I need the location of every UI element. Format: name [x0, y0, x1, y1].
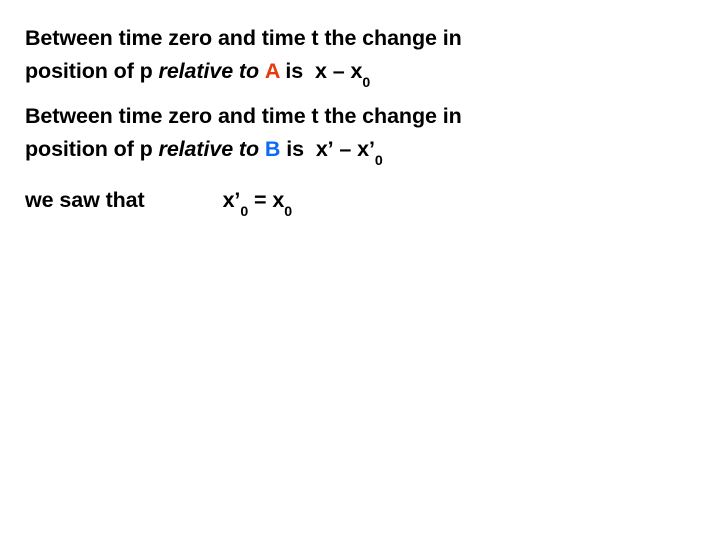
paragraph-2-line-2: position of p relative to B is x’ – x’0	[25, 133, 685, 168]
paragraph-1-line-1: Between time zero and time t the change …	[25, 26, 462, 50]
equation-rhs: x	[272, 188, 285, 212]
expression-2-term-2: x’	[357, 137, 375, 161]
expression-1-operator: –	[332, 59, 345, 83]
equation-lhs-subscript: 0	[240, 203, 249, 220]
paragraph-2-relative-to-italic: relative to	[158, 137, 260, 161]
expression-displacement-a: x – x0	[315, 59, 370, 90]
paragraph-1-line-2: position of p relative to A is x – x0	[25, 55, 685, 90]
equation-origin-equality: x’0 = x0	[222, 188, 293, 219]
expression-2-term-1: x’	[315, 137, 334, 161]
paragraph-2-line-2-suffix: is	[280, 137, 310, 161]
equation-operator: =	[253, 188, 267, 212]
paragraph-2-line-2-prefix: position of p	[25, 137, 159, 161]
frame-label-b: B	[264, 137, 281, 161]
expression-1-subscript: 0	[362, 74, 371, 91]
expression-1-term-2: x	[350, 59, 363, 83]
expression-2-subscript: 0	[374, 152, 383, 169]
frame-label-a: A	[264, 59, 280, 83]
paragraph-1-relative-to-italic: relative to	[158, 59, 260, 83]
expression-1-term-1: x	[315, 59, 327, 83]
we-saw-that-text: we saw that	[25, 188, 145, 212]
paragraph-2-line-1: Between time zero and time t the change …	[25, 104, 462, 128]
equation-lhs: x’	[222, 188, 241, 212]
paragraph-relative-to-a: Between time zero and time t the change …	[25, 22, 685, 90]
slide-canvas: Between time zero and time t the change …	[0, 0, 720, 540]
expression-displacement-b: x’ – x’0	[315, 137, 383, 168]
expression-2-operator: –	[339, 137, 352, 161]
paragraph-1-line-2-suffix: is	[279, 59, 310, 83]
paragraph-3-line-1: we saw that x’0 = x0	[25, 184, 685, 219]
paragraph-1-line-2-prefix: position of p	[25, 59, 159, 83]
paragraph-relative-to-b: Between time zero and time t the change …	[25, 100, 685, 168]
paragraph-origin-equality: we saw that x’0 = x0	[25, 184, 685, 219]
equation-rhs-subscript: 0	[284, 203, 292, 220]
